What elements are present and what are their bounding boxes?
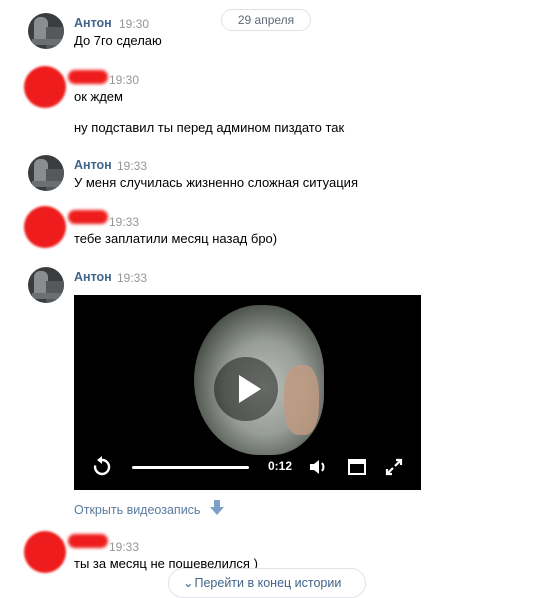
redacted-author — [68, 210, 108, 224]
message-text: У меня случилась жизненно сложная ситуац… — [74, 175, 358, 190]
message-text: тебе заплатили месяц назад бро) — [74, 231, 278, 246]
seek-bar[interactable] — [132, 466, 249, 469]
message-text: ну подставил ты перед админом пиздато та… — [74, 120, 345, 135]
message-time[interactable]: 19:30 — [109, 73, 139, 87]
avatar[interactable] — [24, 531, 66, 573]
replay-icon[interactable] — [91, 456, 113, 478]
avatar[interactable] — [24, 206, 66, 248]
redacted-author — [68, 70, 108, 84]
avatar[interactable] — [28, 155, 64, 191]
video-thumbnail-hand — [284, 365, 319, 435]
jump-to-end-label[interactable]: Перейти в конец истории — [194, 576, 341, 590]
message-time[interactable]: 19:30 — [119, 17, 149, 31]
volume-icon[interactable] — [308, 457, 330, 477]
jump-to-end-button[interactable]: ⌄ Перейти в конец истории — [168, 568, 366, 598]
open-video-label[interactable]: Открыть видеозапись — [74, 503, 200, 517]
message-text: До 7го сделаю — [74, 33, 162, 48]
author-name[interactable]: Антон — [74, 158, 112, 172]
message-time[interactable]: 19:33 — [117, 271, 147, 285]
message-time[interactable]: 19:33 — [117, 159, 147, 173]
author-name[interactable]: Антон — [74, 270, 112, 284]
date-separator: 29 апреля — [221, 9, 311, 31]
chevron-down-icon: ⌄ — [183, 576, 194, 590]
message-time[interactable]: 19:33 — [109, 215, 139, 229]
avatar[interactable] — [28, 267, 64, 303]
play-button[interactable] — [214, 357, 278, 421]
message-time[interactable]: 19:33 — [109, 540, 139, 554]
redacted-author — [68, 534, 108, 548]
arrow-down-icon[interactable] — [209, 500, 224, 516]
open-video-link[interactable]: Открыть видеозапись — [74, 500, 224, 517]
author-name[interactable]: Антон — [74, 16, 112, 30]
avatar[interactable] — [24, 66, 66, 108]
mini-player-icon[interactable] — [347, 458, 367, 476]
message-text: ок ждем — [74, 89, 123, 104]
fullscreen-icon[interactable] — [384, 457, 404, 477]
avatar[interactable] — [28, 13, 64, 49]
video-duration: 0:12 — [268, 459, 293, 473]
video-player[interactable]: 0:12 — [74, 295, 421, 490]
